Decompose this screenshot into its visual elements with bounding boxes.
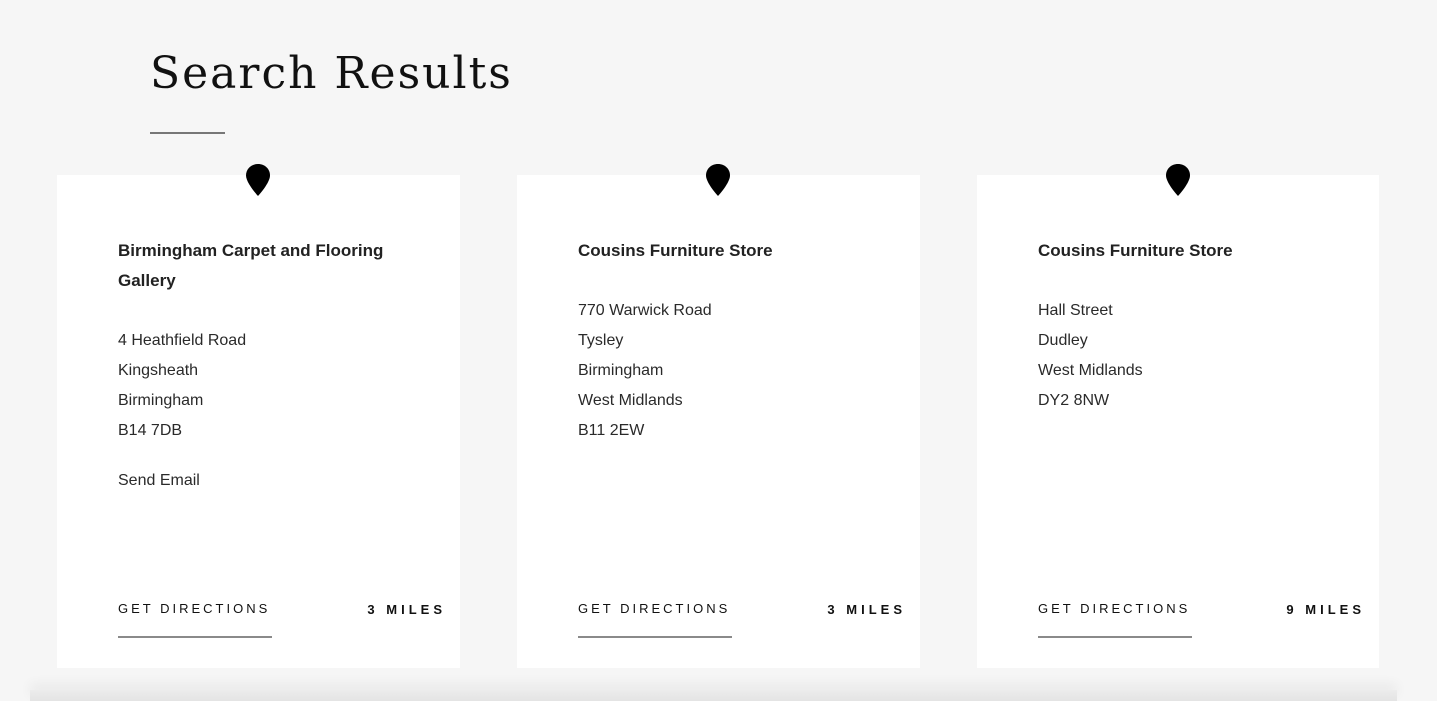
- distance-label: 3 MILES: [827, 602, 906, 617]
- address-line: Birmingham: [118, 392, 204, 409]
- address-line: Birmingham: [578, 362, 664, 379]
- store-name: Cousins Furniture Store: [1038, 241, 1233, 260]
- address-line: B14 7DB: [118, 422, 183, 439]
- result-card: Cousins Furniture Store Hall Street Dudl…: [977, 164, 1379, 668]
- store-name: Birmingham Carpet and Flooring Gallery: [118, 241, 384, 290]
- result-card: Cousins Furniture Store 770 Warwick Road…: [517, 164, 920, 668]
- title-divider: [150, 132, 225, 134]
- address-line: Hall Street: [1038, 302, 1113, 319]
- distance-label: 3 MILES: [367, 602, 446, 617]
- address-line: B11 2EW: [578, 422, 645, 439]
- send-email-link[interactable]: Send Email: [118, 466, 200, 496]
- page-title: Search Results: [150, 48, 513, 99]
- address-line: 4 Heathfield Road: [118, 332, 247, 349]
- address-line: West Midlands: [1038, 362, 1143, 379]
- store-name: Cousins Furniture Store: [578, 241, 773, 260]
- result-card: Birmingham Carpet and Flooring Gallery 4…: [57, 164, 460, 668]
- footer-edge: [30, 690, 1397, 701]
- get-directions-link[interactable]: GET DIRECTIONS: [118, 601, 272, 638]
- address-line: Kingsheath: [118, 362, 199, 379]
- address-line: West Midlands: [578, 392, 683, 409]
- address-line: Tysley: [578, 332, 624, 349]
- address-line: Dudley: [1038, 332, 1088, 349]
- address-line: 770 Warwick Road: [578, 302, 712, 319]
- get-directions-link[interactable]: GET DIRECTIONS: [1038, 601, 1192, 638]
- map-pin-icon: [1166, 164, 1190, 196]
- address-line: DY2 8NW: [1038, 392, 1110, 409]
- map-pin-icon: [706, 164, 730, 196]
- distance-label: 9 MILES: [1286, 602, 1365, 617]
- get-directions-link[interactable]: GET DIRECTIONS: [578, 601, 732, 638]
- store-address: 4 Heathfield Road Kingsheath Birmingham …: [118, 326, 246, 446]
- store-address: 770 Warwick Road Tysley Birmingham West …: [578, 296, 712, 446]
- store-address: Hall Street Dudley West Midlands DY2 8NW: [1038, 296, 1143, 416]
- map-pin-icon: [246, 164, 270, 196]
